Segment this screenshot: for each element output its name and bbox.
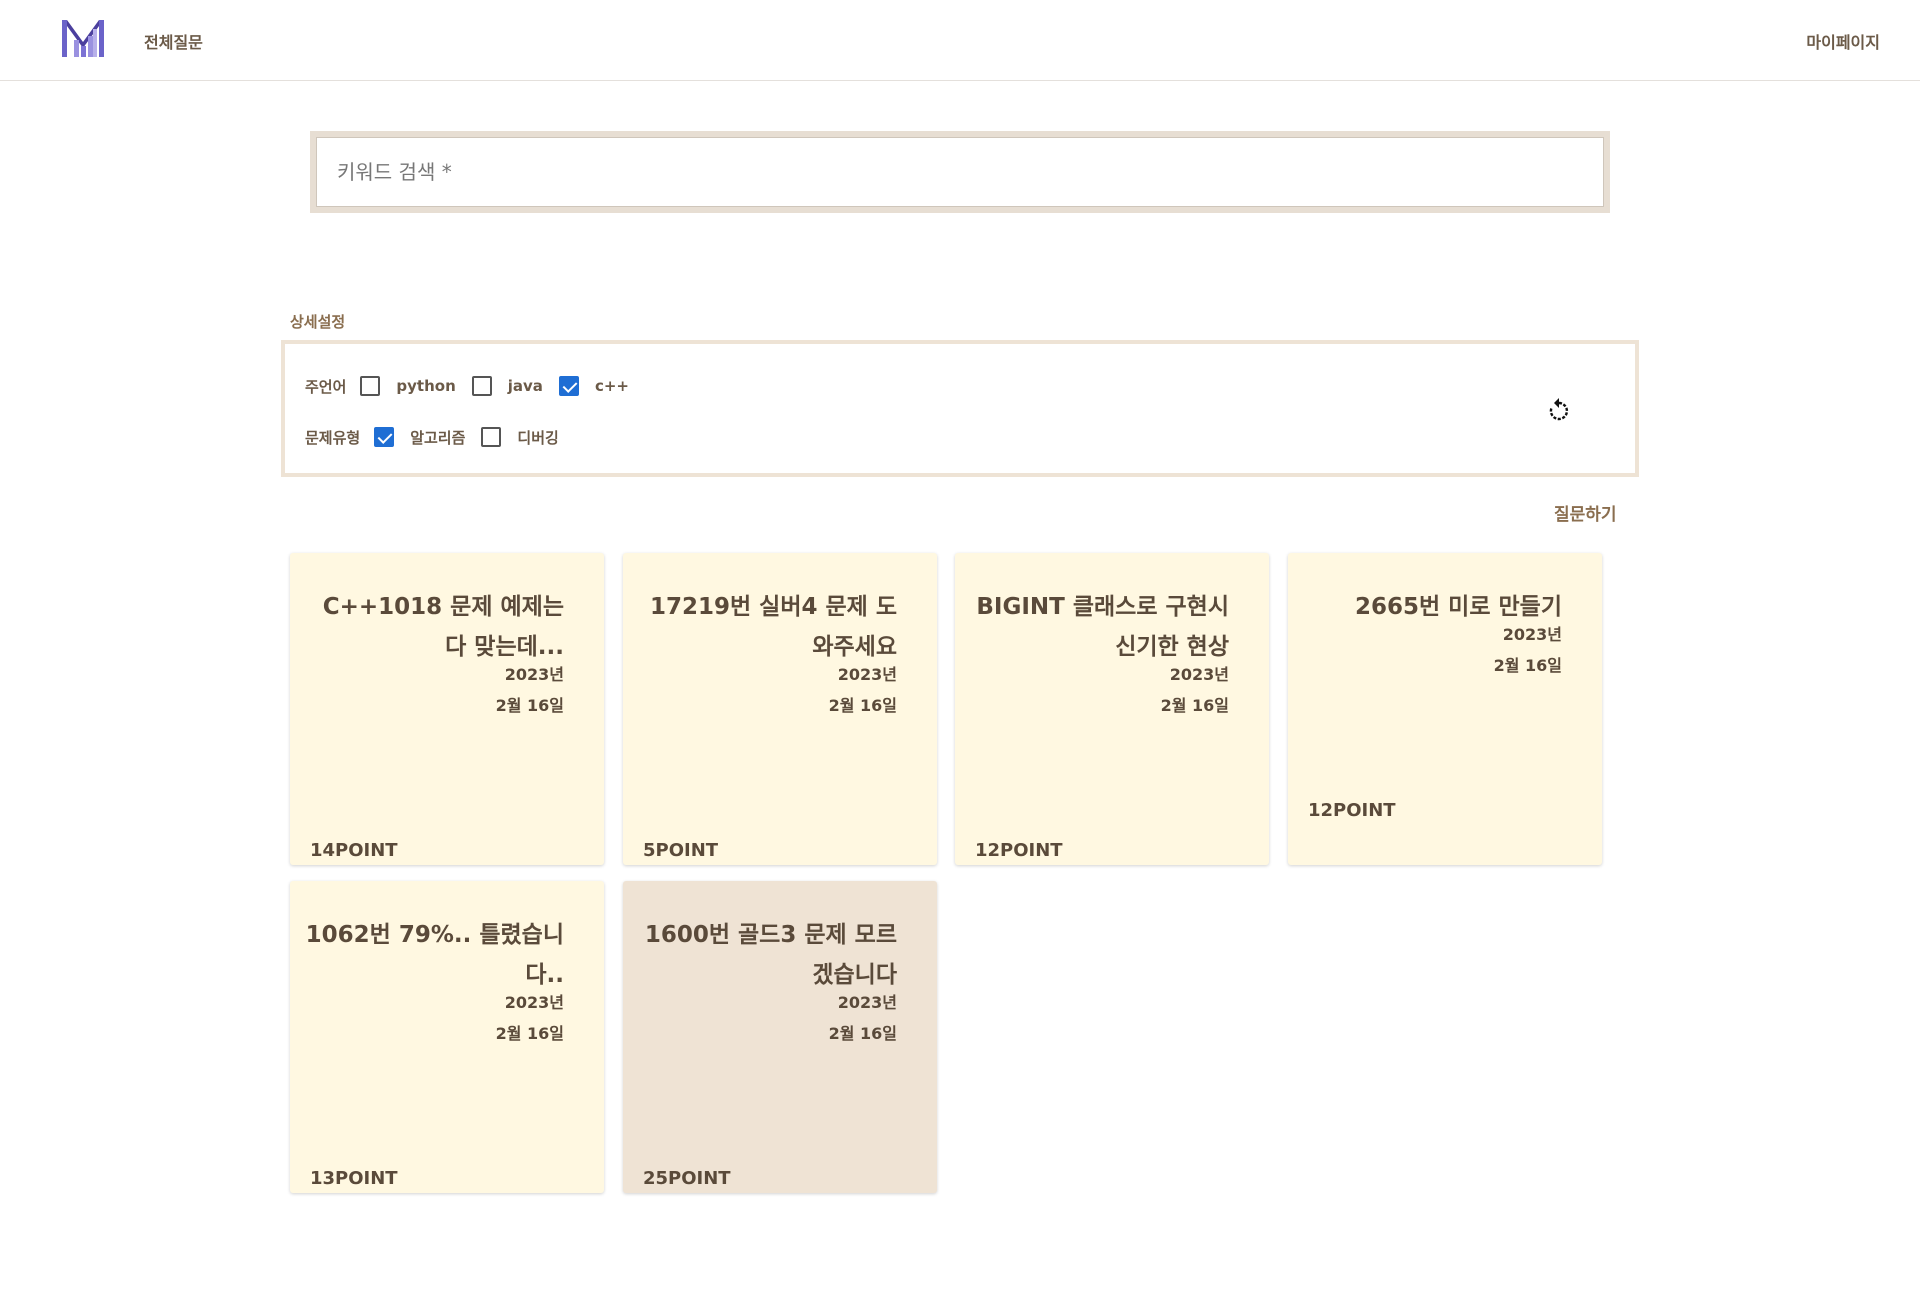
- question-card[interactable]: 2665번 미로 만들기 2023년 2월 16일 12POINT: [1288, 553, 1602, 865]
- card-title: 1600번 골드3 문제 모르겠습니다: [644, 922, 897, 988]
- search-field-border: [316, 137, 1604, 207]
- question-card[interactable]: BIGINT 클래스로 구현시 신기한 현상 2023년 2월 16일 12PO…: [955, 553, 1269, 865]
- card-point: 14POINT: [310, 840, 398, 861]
- card-point: 25POINT: [643, 1168, 731, 1189]
- card-year: 2023년: [504, 665, 564, 684]
- card-year: 2023년: [1502, 625, 1562, 644]
- question-card[interactable]: 17219번 실버4 문제 도와주세요 2023년 2월 16일 5POINT: [623, 553, 937, 865]
- advanced-settings-label: 상세설정: [290, 313, 346, 331]
- card-date: 2월 16일: [495, 696, 564, 715]
- question-card[interactable]: C++1018 문제 예제는 다 맞는데... 2023년 2월 16일 14P…: [290, 553, 604, 865]
- card-meta: 2023년 2월 16일: [364, 987, 564, 1049]
- card-point: 5POINT: [643, 840, 719, 861]
- card-title: BIGINT 클래스로 구현시 신기한 현상: [976, 594, 1229, 660]
- problem-type-filter-title: 문제유형: [305, 428, 361, 447]
- java-label: java: [507, 377, 543, 395]
- problem-type-filter-row: 문제유형 알고리즘 디버깅: [305, 423, 575, 451]
- nav-all-questions[interactable]: 전체질문: [144, 29, 203, 53]
- card-meta: 2023년 2월 16일: [1029, 659, 1229, 721]
- card-point: 12POINT: [975, 840, 1063, 861]
- card-meta: 2023년 2월 16일: [697, 987, 897, 1049]
- cpp-checkbox[interactable]: [558, 376, 579, 396]
- algorithm-label: 알고리즘: [410, 428, 466, 447]
- card-meta: 2023년 2월 16일: [1362, 619, 1562, 681]
- card-meta: 2023년 2월 16일: [697, 659, 897, 721]
- python-label: python: [396, 377, 456, 395]
- language-filter-row: 주언어 python java c++: [305, 372, 645, 400]
- logo-icon[interactable]: [62, 20, 104, 57]
- java-checkbox[interactable]: [471, 376, 492, 396]
- card-title: 1062번 79%.. 틀렸습니다..: [305, 922, 564, 988]
- question-card[interactable]: 1062번 79%.. 틀렸습니다.. 2023년 2월 16일 13POINT: [290, 881, 604, 1193]
- card-point: 12POINT: [1308, 800, 1396, 821]
- advanced-settings-panel: 주언어 python java c++ 문제유형 알고리즘 디버깅: [281, 340, 1639, 477]
- question-card[interactable]: 1600번 골드3 문제 모르겠습니다 2023년 2월 16일 25POINT: [623, 881, 937, 1193]
- card-point: 13POINT: [310, 1168, 398, 1189]
- ask-question-button[interactable]: 질문하기: [1554, 500, 1617, 525]
- card-date: 2월 16일: [1160, 696, 1229, 715]
- card-year: 2023년: [837, 993, 897, 1012]
- card-date: 2월 16일: [828, 696, 897, 715]
- debugging-label: 디버깅: [517, 428, 559, 447]
- card-year: 2023년: [1169, 665, 1229, 684]
- python-checkbox[interactable]: [360, 376, 381, 396]
- algorithm-checkbox[interactable]: [374, 427, 395, 447]
- card-year: 2023년: [837, 665, 897, 684]
- language-filter-title: 주언어: [305, 377, 347, 396]
- card-date: 2월 16일: [828, 1024, 897, 1043]
- debugging-checkbox[interactable]: [481, 427, 502, 447]
- card-title: C++1018 문제 예제는 다 맞는데...: [322, 594, 564, 660]
- reset-icon[interactable]: [1545, 397, 1573, 425]
- top-header: 전체질문 마이페이지: [0, 0, 1920, 81]
- card-meta: 2023년 2월 16일: [364, 659, 564, 721]
- card-year: 2023년: [504, 993, 564, 1012]
- card-date: 2월 16일: [495, 1024, 564, 1043]
- card-date: 2월 16일: [1493, 656, 1562, 675]
- nav-mypage[interactable]: 마이페이지: [1806, 29, 1880, 53]
- search-box: [310, 131, 1610, 213]
- cpp-label: c++: [594, 377, 629, 395]
- card-title: 17219번 실버4 문제 도와주세요: [649, 594, 897, 660]
- keyword-search-input[interactable]: [335, 154, 1535, 190]
